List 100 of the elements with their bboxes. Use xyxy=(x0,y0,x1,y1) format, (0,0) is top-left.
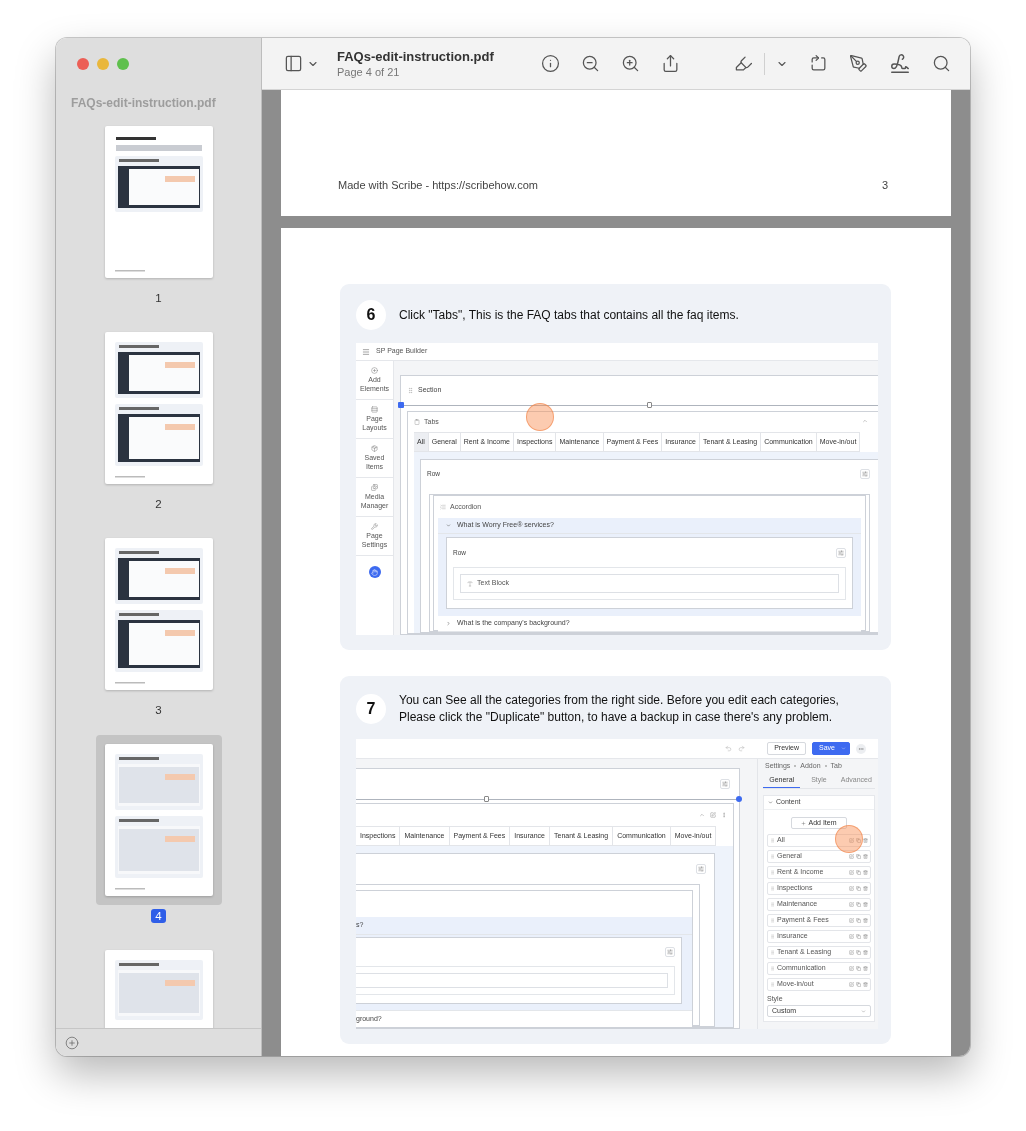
sidebar-toggle-icon[interactable] xyxy=(284,54,303,73)
sliders-icon xyxy=(838,549,844,556)
step-instruction: You can See all the categories from the right side. Before you edit each categories, Please click the "Duplicate" button, to have a backup in case there's any problem. xyxy=(399,692,840,726)
more-button[interactable] xyxy=(856,743,866,754)
rail-icon xyxy=(371,444,378,452)
drag-handle[interactable] xyxy=(647,402,652,408)
trash-icon[interactable] xyxy=(863,886,868,891)
signature-icon[interactable] xyxy=(889,52,911,75)
edit-icon[interactable] xyxy=(849,966,854,971)
duplicate-icon[interactable] xyxy=(856,934,861,939)
trash-icon[interactable] xyxy=(863,982,868,987)
hand-icon xyxy=(371,568,378,576)
drag-handle-icon xyxy=(770,918,775,923)
drag-handle[interactable] xyxy=(484,796,489,802)
edit-icon[interactable] xyxy=(849,934,854,939)
rail-icon xyxy=(371,366,378,374)
share-icon[interactable] xyxy=(661,54,680,73)
trash-icon[interactable] xyxy=(863,934,868,939)
caret-icon xyxy=(446,621,451,626)
trash-icon[interactable] xyxy=(863,966,868,971)
selection-handle[interactable] xyxy=(736,796,742,802)
zoom-out-icon[interactable] xyxy=(581,54,600,73)
edit-icon xyxy=(710,812,716,818)
plus-circle-icon[interactable] xyxy=(65,1035,79,1050)
duplicate-icon[interactable] xyxy=(856,870,861,875)
caret-icon xyxy=(768,800,773,805)
rail-icon xyxy=(371,405,378,413)
document-title: FAQs-edit-instruction.pdf xyxy=(337,48,494,65)
edit-icon[interactable] xyxy=(849,902,854,907)
highlighter-icon[interactable] xyxy=(734,54,753,73)
drag-handle-icon xyxy=(770,934,775,939)
row-settings-button[interactable] xyxy=(696,864,706,874)
minimize-button[interactable] xyxy=(97,58,109,70)
click-highlight xyxy=(835,825,863,853)
duplicate-icon[interactable] xyxy=(856,854,861,859)
list-icon xyxy=(440,504,446,510)
text-icon xyxy=(467,580,473,587)
selection-handle[interactable] xyxy=(398,402,404,408)
menu-icon[interactable] xyxy=(362,347,370,356)
zoom-in-icon[interactable] xyxy=(621,54,640,73)
more-icon xyxy=(721,812,727,818)
page-indicator: Page 4 of 21 xyxy=(337,64,401,79)
drag-handle-icon xyxy=(770,854,775,859)
page-thumbnail[interactable] xyxy=(95,735,222,905)
edit-icon[interactable] xyxy=(849,918,854,923)
duplicate-icon[interactable] xyxy=(856,918,861,923)
step-number: 6 xyxy=(356,300,386,330)
sliders-icon xyxy=(698,866,704,872)
trash-icon[interactable] xyxy=(863,838,868,843)
duplicate-icon[interactable] xyxy=(856,966,861,971)
zoom-button[interactable] xyxy=(117,58,129,70)
edit-icon[interactable] xyxy=(849,854,854,859)
chevron-up-icon xyxy=(699,812,705,818)
edit-icon[interactable] xyxy=(849,982,854,987)
duplicate-icon[interactable] xyxy=(856,886,861,891)
redo-icon[interactable] xyxy=(738,745,746,752)
sidebar-title: FAQs-edit-instruction.pdf xyxy=(71,95,217,111)
duplicate-icon[interactable] xyxy=(856,902,861,907)
rail-icon xyxy=(371,522,378,530)
edit-icon[interactable] xyxy=(849,950,854,955)
step-number: 7 xyxy=(356,694,386,724)
hand-button[interactable] xyxy=(368,566,381,578)
page-number: 3 xyxy=(154,703,163,717)
clipboard-icon xyxy=(414,419,420,425)
duplicate-icon[interactable] xyxy=(856,982,861,987)
trash-icon[interactable] xyxy=(863,902,868,907)
drag-handle-icon xyxy=(770,902,775,907)
drag-handle-icon xyxy=(770,886,775,891)
edit-icon[interactable] xyxy=(849,886,854,891)
text-block[interactable] xyxy=(356,973,668,988)
edit-icon[interactable] xyxy=(849,870,854,875)
chevron-up-icon xyxy=(862,417,868,424)
trash-icon[interactable] xyxy=(863,854,868,859)
drag-handle-icon xyxy=(770,982,775,987)
row-settings-button[interactable] xyxy=(665,947,675,957)
caret-icon xyxy=(841,746,846,751)
search-icon[interactable] xyxy=(932,54,951,73)
page-footer-text: Made with Scribe - https://scribehow.com xyxy=(338,179,538,191)
sliders-icon xyxy=(862,471,868,477)
trash-icon[interactable] xyxy=(863,870,868,875)
pen-icon[interactable] xyxy=(849,54,868,73)
info-icon[interactable] xyxy=(541,54,560,73)
rail-icon xyxy=(371,483,378,491)
click-highlight xyxy=(526,403,554,431)
row-settings-button[interactable] xyxy=(720,779,730,789)
row-settings-button[interactable] xyxy=(836,547,846,558)
edit-icon[interactable] xyxy=(849,838,854,843)
duplicate-icon[interactable] xyxy=(856,838,861,843)
close-button[interactable] xyxy=(77,58,89,70)
trash-icon[interactable] xyxy=(863,918,868,923)
row-settings-button[interactable] xyxy=(860,469,870,479)
trash-icon[interactable] xyxy=(863,950,868,955)
page-footer-number: 3 xyxy=(881,179,888,191)
drag-handle-icon xyxy=(770,870,775,875)
duplicate-icon[interactable] xyxy=(856,950,861,955)
rotate-icon[interactable] xyxy=(809,54,828,73)
page-number: 2 xyxy=(154,497,163,511)
undo-icon[interactable] xyxy=(725,745,733,752)
step-instruction: Click "Tabs", This is the FAQ tabs that contains all the faq items. xyxy=(399,306,739,324)
page-number: 4 xyxy=(151,909,166,923)
